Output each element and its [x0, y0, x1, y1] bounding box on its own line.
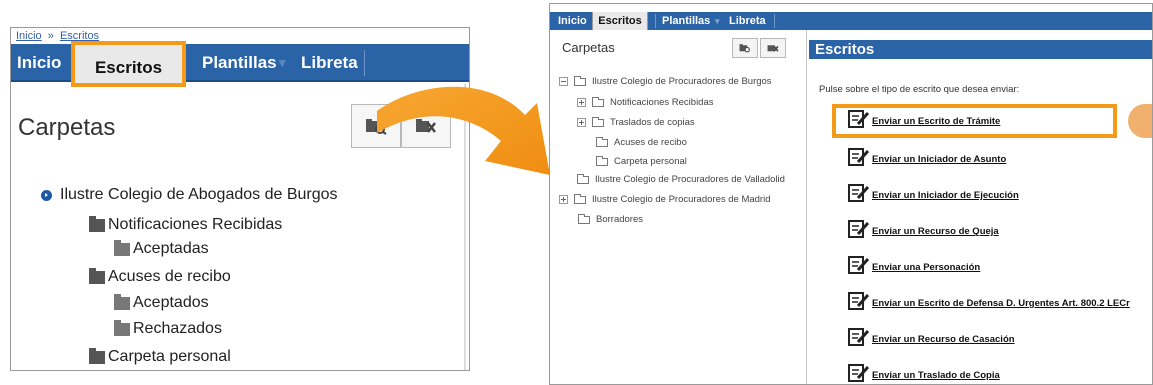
tree-item-label: Borradores [596, 214, 643, 225]
nav-divider [774, 14, 775, 28]
breadcrumb-separator: » [47, 30, 54, 42]
folder-remove-icon [767, 45, 779, 52]
carpetas-title: Carpetas [18, 114, 116, 141]
folder-icon [89, 215, 105, 232]
tab-inicio[interactable]: Inicio [17, 44, 61, 82]
write-document-icon [848, 184, 870, 202]
nav-divider [364, 50, 365, 76]
tree-item-aceptadas[interactable]: Aceptadas [114, 239, 209, 258]
folder-icon [574, 193, 586, 204]
delete-folder-button[interactable] [760, 38, 786, 58]
write-document-icon [848, 328, 870, 346]
content-title: Escritos [809, 40, 1152, 59]
tab-libreta[interactable]: Libreta [729, 12, 766, 30]
link-escrito-de-tramite[interactable]: Enviar un Escrito de Trámite [848, 110, 1000, 128]
search-folder-button[interactable] [732, 38, 758, 58]
tree-item-label: Rechazados [133, 320, 222, 337]
tree-item-colegio-valladolid[interactable]: Ilustre Colegio de Procuradores de Valla… [577, 173, 785, 185]
plantillas-dropdown-icon[interactable]: ▾ [715, 12, 720, 30]
folder-icon [89, 347, 105, 364]
nav-divider [655, 14, 656, 28]
tree-item-aceptados[interactable]: Aceptados [114, 293, 209, 312]
carpetas-title: Carpetas [562, 40, 615, 55]
curved-arrow-icon [377, 86, 550, 175]
tab-libreta[interactable]: Libreta [301, 44, 358, 82]
pointer-highlight [1128, 104, 1152, 138]
link-defensa-urgentes[interactable]: Enviar un Escrito de Defensa D. Urgentes… [848, 292, 1130, 310]
write-document-icon [848, 220, 870, 238]
tab-escritos[interactable]: Escritos [592, 12, 648, 30]
folder-icon [578, 213, 590, 224]
link-iniciador-de-ejecucion[interactable]: Enviar un Iniciador de Ejecución [848, 184, 1019, 202]
tree-item-label: Ilustre Colegio de Abogados de Burgos [60, 186, 338, 203]
link-iniciador-de-asunto[interactable]: Enviar un Iniciador de Asunto [848, 148, 1006, 166]
tree-item-label: Acuses de recibo [108, 268, 231, 285]
tree-item-rechazados[interactable]: Rechazados [114, 319, 222, 338]
tree-item-notificaciones-recibidas[interactable]: Notificaciones Recibidas [89, 215, 283, 234]
tree-item-acuses-de-recibo[interactable]: Acuses de recibo [89, 267, 231, 286]
tree-item-carpeta-personal[interactable]: Carpeta personal [596, 155, 687, 167]
link-personacion[interactable]: Enviar una Personación [848, 256, 980, 274]
folder-search-icon [739, 44, 750, 53]
folder-icon [592, 96, 604, 107]
tree-item-colegio-madrid[interactable]: Ilustre Colegio de Procuradores de Madri… [559, 193, 771, 205]
write-document-icon [848, 110, 870, 128]
folder-icon [592, 116, 604, 127]
tree-item-colegio-burgos[interactable]: Ilustre Colegio de Procuradores de Burgo… [559, 75, 772, 87]
tree-item-label: Aceptadas [133, 240, 209, 257]
write-document-icon [848, 148, 870, 166]
tree-item-label: Carpeta personal [108, 348, 231, 365]
tab-plantillas[interactable]: Plantillas [202, 44, 277, 82]
folder-icon [596, 155, 608, 166]
tab-inicio[interactable]: Inicio [558, 12, 587, 30]
tree-item-label: Acuses de recibo [614, 137, 687, 148]
link-recurso-de-casacion[interactable]: Enviar un Recurso de Casación [848, 328, 1015, 346]
expand-icon[interactable] [559, 195, 568, 204]
tab-plantillas[interactable]: Plantillas [662, 12, 710, 30]
link-recurso-de-queja[interactable]: Enviar un Recurso de Queja [848, 220, 999, 238]
write-document-icon [848, 256, 870, 274]
write-document-icon [848, 292, 870, 310]
folder-icon [114, 293, 130, 310]
folder-icon [596, 136, 608, 147]
folder-icon [114, 319, 130, 336]
tree-item-label: Ilustre Colegio de Procuradores de Valla… [595, 174, 785, 185]
tree-item-label: Aceptados [133, 294, 209, 311]
main-nav-bar: Inicio Escritos Plantillas ▾ Libreta [550, 12, 1152, 30]
write-document-icon [848, 364, 870, 382]
tab-escritos[interactable]: Escritos [71, 41, 186, 87]
tree-item-label: Ilustre Colegio de Procuradores de Burgo… [592, 76, 772, 87]
escritos-app-window: Inicio Escritos Plantillas ▾ Libreta Car… [549, 3, 1153, 385]
folder-icon [89, 267, 105, 284]
tree-item-borradores[interactable]: Borradores [578, 213, 643, 225]
tree-item-colegio-abogados-burgos[interactable]: Ilustre Colegio de Abogados de Burgos [41, 186, 338, 204]
instruction-text: Pulse sobre el tipo de escrito que desea… [819, 84, 1020, 95]
tree-item-acuses-de-recibo[interactable]: Acuses de recibo [596, 136, 687, 148]
tree-item-traslados-de-copias[interactable]: Traslados de copias [577, 116, 695, 128]
breadcrumb-home-link[interactable]: Inicio [16, 30, 42, 42]
folder-icon [114, 239, 130, 256]
tree-item-label: Notificaciones Recibidas [610, 97, 714, 108]
tree-item-label: Notificaciones Recibidas [108, 216, 283, 233]
tree-item-notificaciones-recibidas[interactable]: Notificaciones Recibidas [577, 96, 714, 108]
tree-item-carpeta-personal[interactable]: Carpeta personal [89, 347, 231, 366]
tree-item-label: Ilustre Colegio de Procuradores de Madri… [592, 194, 771, 205]
plantillas-dropdown-icon[interactable]: ▾ [279, 44, 286, 82]
chevron-bullet-icon [41, 189, 52, 201]
tree-item-label: Traslados de copias [610, 117, 695, 128]
sidebar-divider [806, 30, 807, 384]
link-traslado-de-copia[interactable]: Enviar un Traslado de Copia [848, 364, 1000, 382]
tree-item-label: Carpeta personal [614, 156, 687, 167]
